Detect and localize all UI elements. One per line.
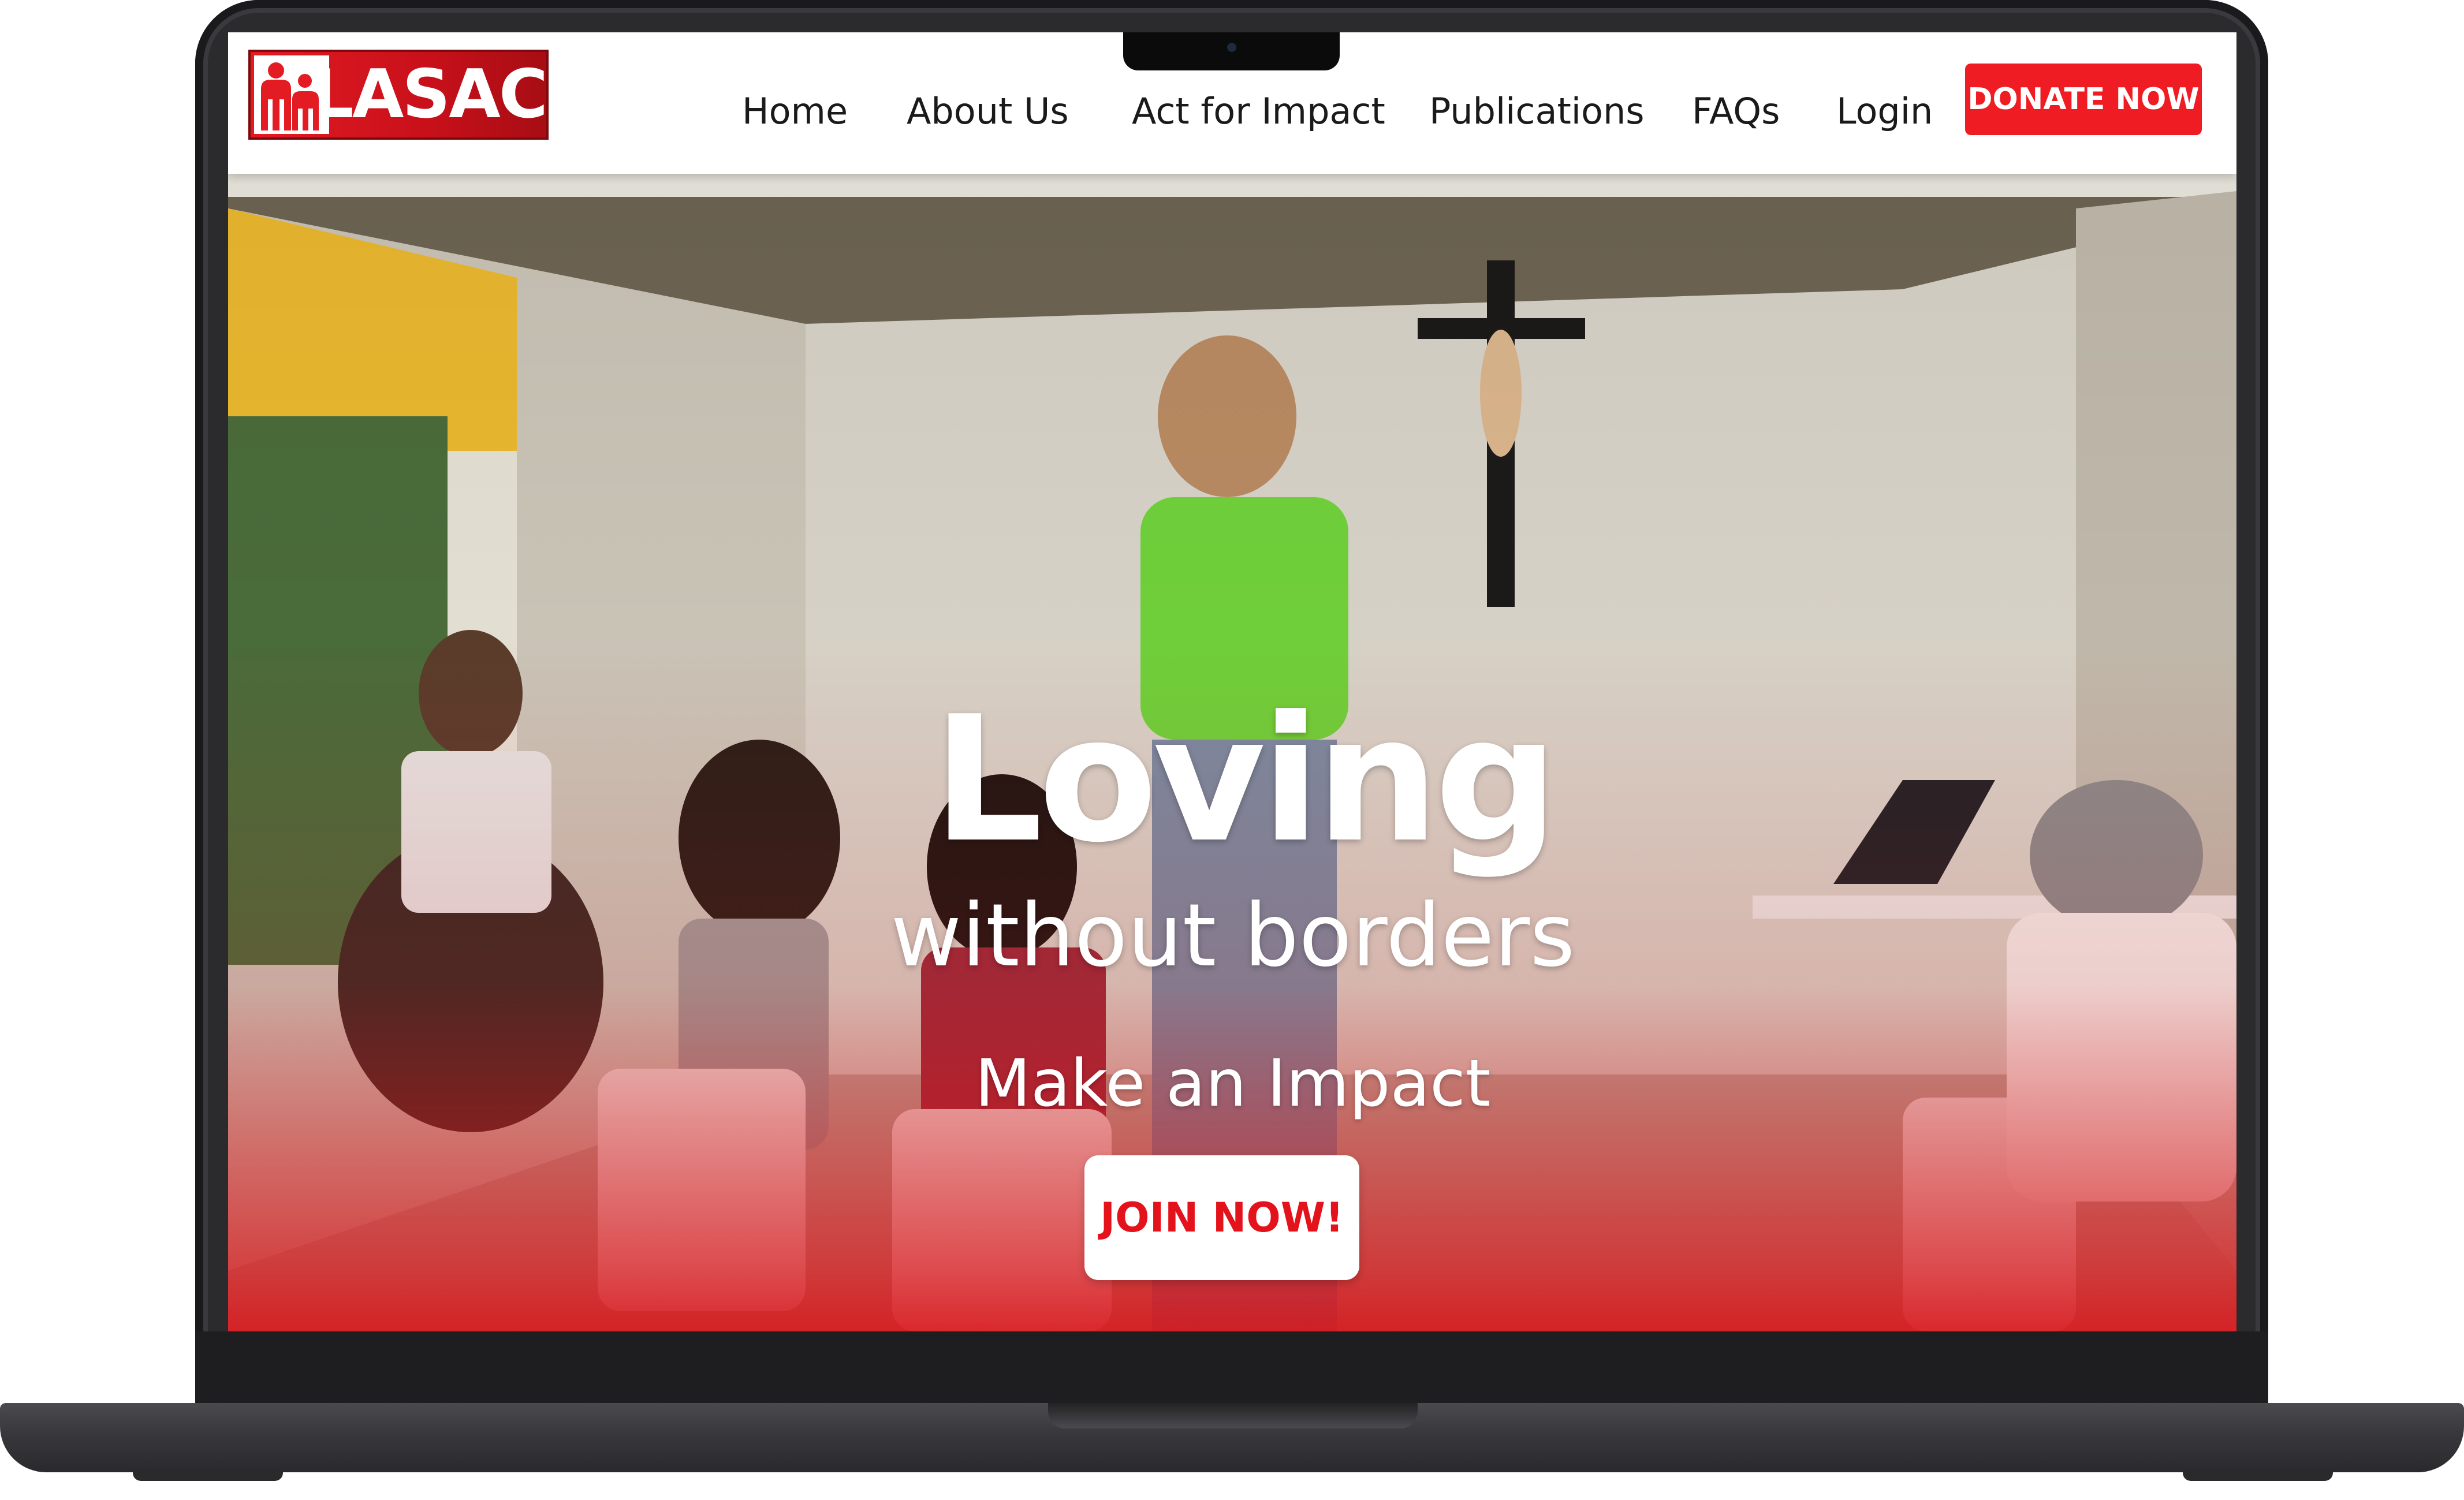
nav-faqs[interactable]: FAQs <box>1692 90 1780 132</box>
nav-act-for-impact[interactable]: Act for Impact <box>1132 90 1385 132</box>
mockup-stage: LASAC Home About Us Act for Impact Publi… <box>0 0 2464 1500</box>
laptop-foot-right <box>2183 1469 2333 1481</box>
hero-section: Loving without borders Make an Impact JO… <box>228 174 2236 1331</box>
donate-now-button[interactable]: DONATE NOW <box>1965 64 2202 135</box>
nav-publications[interactable]: Publications <box>1429 90 1645 132</box>
webcam-icon <box>1227 43 1236 52</box>
hero-tagline: Make an Impact <box>975 1046 1491 1121</box>
hero-title: Loving <box>933 679 1559 880</box>
nav-login[interactable]: Login <box>1836 90 1933 132</box>
browser-screen: LASAC Home About Us Act for Impact Publi… <box>228 32 2236 1331</box>
nav-home[interactable]: Home <box>742 90 848 132</box>
laptop-opening-notch <box>1048 1403 1418 1428</box>
hero-subtitle: without borders <box>890 886 1575 986</box>
camera-notch <box>1123 32 1340 70</box>
laptop-bottom-bezel <box>195 1331 2268 1409</box>
nav-about-us[interactable]: About Us <box>907 90 1069 132</box>
laptop-foot-left <box>133 1469 283 1481</box>
join-now-button[interactable]: JOIN NOW! <box>1084 1155 1359 1280</box>
